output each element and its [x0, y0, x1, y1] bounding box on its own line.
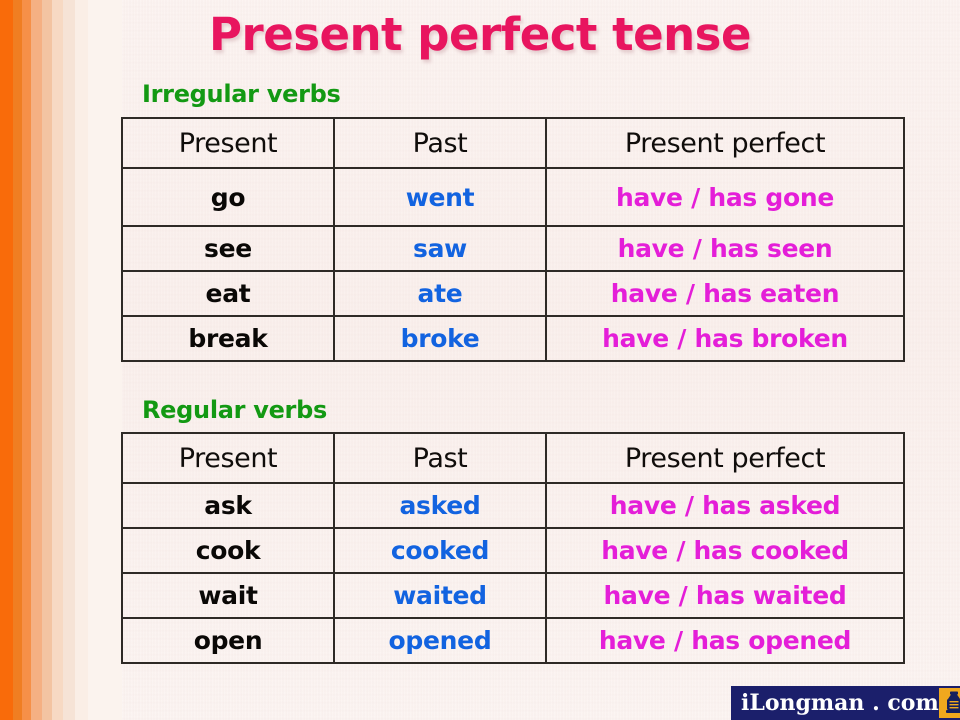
logo-wordmark: iLongman . com: [741, 690, 939, 716]
cell-present-verb: eat: [121, 270, 335, 317]
column-header-present: Present: [121, 432, 335, 484]
section-label-irregular-verbs: Irregular verbs: [142, 80, 341, 108]
cell-past-verb: went: [333, 167, 547, 227]
left-stripe-decoration: [0, 0, 122, 720]
cell-present-verb: open: [121, 617, 335, 664]
table-header-row: Present Past Present perfect: [121, 432, 905, 484]
stripe-1: [0, 0, 13, 720]
irregular-verbs-table: Present Past Present perfect go went hav…: [121, 117, 905, 362]
longman-lamp-icon: [938, 688, 960, 718]
cell-past-verb: ate: [333, 270, 547, 317]
stripe-9: [88, 0, 122, 720]
cell-present-verb: go: [121, 167, 335, 227]
table-row: see saw have / has seen: [121, 225, 905, 272]
column-header-past: Past: [333, 432, 547, 484]
cell-present-perfect-verb: have / has cooked: [545, 527, 905, 574]
stripe-7: [63, 0, 75, 720]
cell-present-perfect-verb: have / has asked: [545, 482, 905, 529]
table-row: open opened have / has opened: [121, 617, 905, 664]
cell-past-verb: asked: [333, 482, 547, 529]
table-row: ask asked have / has asked: [121, 482, 905, 529]
stripe-6: [52, 0, 63, 720]
table-row: go went have / has gone: [121, 167, 905, 227]
cell-present-perfect-verb: have / has seen: [545, 225, 905, 272]
cell-present-verb: break: [121, 315, 335, 362]
column-header-present: Present: [121, 117, 335, 169]
cell-past-verb: cooked: [333, 527, 547, 574]
cell-present-perfect-verb: have / has opened: [545, 617, 905, 664]
section-label-regular-verbs: Regular verbs: [142, 396, 327, 424]
cell-past-verb: broke: [333, 315, 547, 362]
cell-past-verb: waited: [333, 572, 547, 619]
cell-present-perfect-verb: have / has gone: [545, 167, 905, 227]
stripe-2: [13, 0, 22, 720]
stripe-5: [42, 0, 52, 720]
cell-present-verb: see: [121, 225, 335, 272]
column-header-present-perfect: Present perfect: [545, 117, 905, 169]
slide-canvas: Present perfect tense Irregular verbs Pr…: [0, 0, 960, 720]
table-header-row: Present Past Present perfect: [121, 117, 905, 169]
column-header-present-perfect: Present perfect: [545, 432, 905, 484]
table-row: break broke have / has broken: [121, 315, 905, 362]
cell-present-perfect-verb: have / has broken: [545, 315, 905, 362]
column-header-past: Past: [333, 117, 547, 169]
stripe-3: [22, 0, 31, 720]
table-row: wait waited have / has waited: [121, 572, 905, 619]
longman-logo[interactable]: iLongman . com: [731, 686, 960, 720]
cell-past-verb: saw: [333, 225, 547, 272]
cell-present-perfect-verb: have / has eaten: [545, 270, 905, 317]
stripe-8: [75, 0, 88, 720]
table-row: cook cooked have / has cooked: [121, 527, 905, 574]
regular-verbs-table: Present Past Present perfect ask asked h…: [121, 432, 905, 664]
cell-present-verb: cook: [121, 527, 335, 574]
cell-present-verb: wait: [121, 572, 335, 619]
cell-present-verb: ask: [121, 482, 335, 529]
cell-present-perfect-verb: have / has waited: [545, 572, 905, 619]
cell-past-verb: opened: [333, 617, 547, 664]
page-title: Present perfect tense: [209, 8, 751, 61]
table-row: eat ate have / has eaten: [121, 270, 905, 317]
stripe-4: [31, 0, 42, 720]
